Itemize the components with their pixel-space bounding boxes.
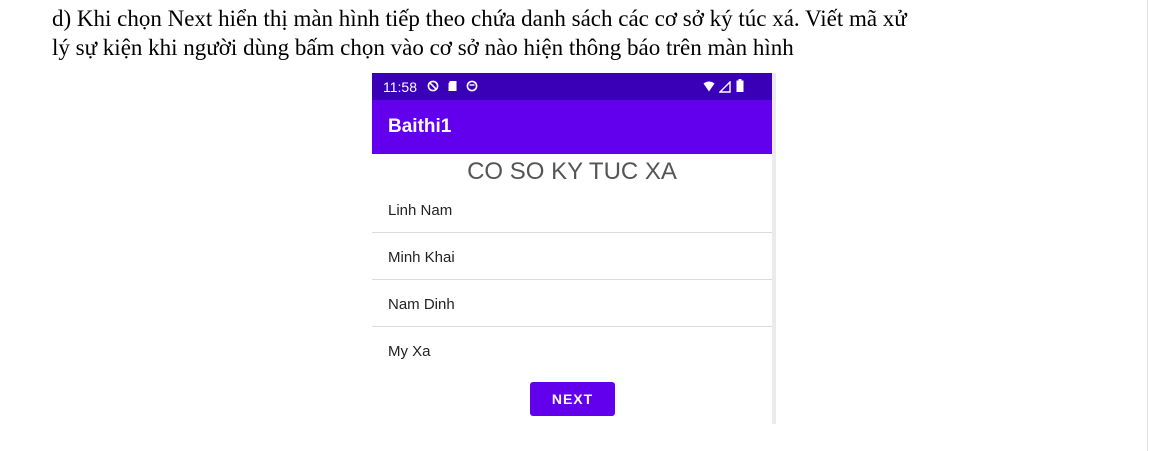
next-button[interactable]: NEXT [530, 382, 615, 416]
app-title: Baithi1 [388, 116, 452, 137]
page-edge-divider [1147, 0, 1148, 451]
wifi-icon [703, 81, 715, 92]
battery-icon [736, 79, 744, 92]
list-item-minh-khai[interactable]: Minh Khai [372, 233, 772, 280]
list-heading: CO SO KY TUC XA [467, 158, 677, 185]
task-description: d) Khi chọn Next hiển thị màn hình tiếp … [52, 4, 1137, 62]
task-line-1: d) Khi chọn Next hiển thị màn hình tiếp … [52, 6, 907, 31]
status-bar: 11:58 [372, 73, 772, 100]
list-item-linh-nam[interactable]: Linh Nam [372, 186, 772, 233]
app-bar: Baithi1 [372, 100, 772, 154]
phone-screen-edge [772, 73, 776, 424]
list-item-nam-dinh[interactable]: Nam Dinh [372, 280, 772, 327]
circle-icon [466, 80, 478, 92]
list-item-my-xa[interactable]: My Xa [372, 327, 772, 374]
dormitory-list: Linh Nam Minh Khai Nam Dinh My Xa [372, 186, 772, 374]
task-line-2: lý sự kiện khi người dùng bấm chọn vào c… [52, 35, 794, 60]
phone-screenshot: 11:58 Baithi1 CO SO KY TUC XA Linh Nam M… [372, 73, 776, 424]
block-icon [427, 80, 439, 92]
sd-card-icon [448, 81, 457, 91]
status-time: 11:58 [383, 79, 417, 95]
signal-icon [719, 81, 731, 93]
